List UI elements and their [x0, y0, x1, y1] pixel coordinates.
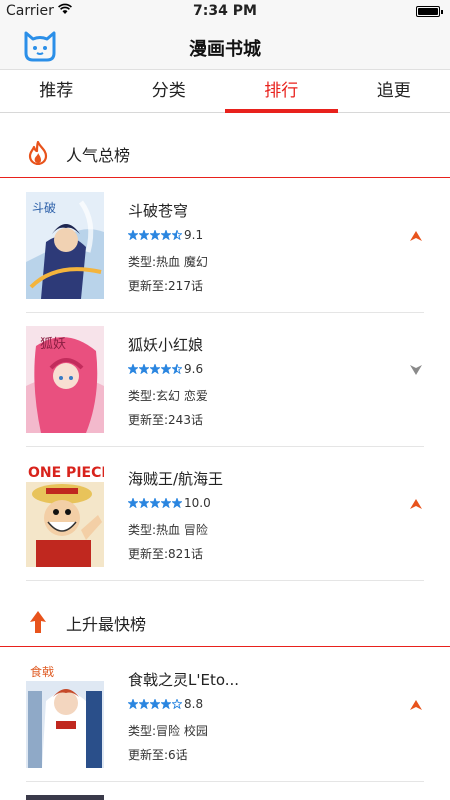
rating-score: 8.8	[184, 697, 204, 711]
rating: 9.1	[128, 227, 203, 243]
comic-update: 更新至:243话	[128, 413, 203, 427]
rating-score: 10.0	[184, 496, 211, 510]
svg-text:斗破: 斗破	[32, 200, 56, 215]
comic-list-item[interactable]: ONE PIECE 海贼王/航海王 10.0 类型:热血 冒险 更新至:821话	[0, 447, 450, 581]
star-icon	[150, 364, 160, 374]
star-icon	[128, 498, 138, 508]
comic-title: 斗破苍穹	[128, 202, 189, 220]
rating: 10.0	[128, 495, 211, 511]
tab-category[interactable]: 分类	[113, 71, 226, 112]
rating: 9.6	[128, 361, 203, 377]
comic-genre: 类型:玄幻 恋爱	[128, 389, 208, 403]
clock: 7:34 PM	[193, 3, 257, 19]
comic-title: 食戟之灵L'Eto...	[128, 671, 240, 689]
tab-following[interactable]: 追更	[338, 71, 450, 112]
status-bar: Carrier 7:34 PM	[0, 0, 450, 22]
comic-title: 海贼王/航海王	[128, 470, 224, 488]
flame-icon	[28, 141, 48, 165]
star-rating	[128, 230, 183, 240]
star-icon	[161, 364, 171, 374]
comic-genre: 类型:热血 冒险	[128, 523, 208, 537]
comic-cover[interactable]: 斗破	[26, 192, 104, 299]
comic-cover[interactable]	[26, 795, 104, 800]
star-icon	[139, 699, 149, 709]
star-icon	[139, 498, 149, 508]
star-icon	[161, 498, 171, 508]
comic-list-item[interactable]: 食戟 食戟之灵L'Eto... 8.8 类型:冒险 校园 更新至:6话	[0, 648, 450, 782]
comic-genre: 类型:冒险 校园	[128, 724, 208, 738]
star-icon	[150, 498, 160, 508]
comic-list-item[interactable]: 狐妖 狐妖小红娘 9.6 类型:玄幻 恋爱 更新至:243话	[0, 313, 450, 447]
star-icon	[150, 230, 160, 240]
comic-title: 狐妖小红娘	[128, 336, 204, 354]
star-icon	[161, 699, 171, 709]
comic-update: 更新至:217话	[128, 279, 203, 293]
star-icon	[128, 699, 138, 709]
page-title: 漫画书城	[189, 39, 261, 60]
section-title: 人气总榜	[66, 146, 131, 165]
tab-ranking[interactable]: 排行	[225, 71, 338, 113]
star-icon	[172, 364, 182, 374]
comic-cover[interactable]: 狐妖	[26, 326, 104, 433]
star-icon	[172, 498, 182, 508]
section-title: 上升最快榜	[66, 615, 147, 634]
divider	[26, 580, 424, 581]
star-icon	[172, 230, 182, 240]
star-rating	[128, 699, 183, 709]
star-icon	[139, 364, 149, 374]
rating-score: 9.1	[184, 228, 204, 242]
rating-score: 9.6	[184, 362, 204, 376]
star-icon	[172, 699, 182, 709]
star-icon	[128, 364, 138, 374]
battery-icon	[416, 6, 443, 17]
tab-bar: 推荐 分类 排行 追更	[0, 71, 450, 113]
svg-text:ONE PIECE: ONE PIECE	[28, 465, 104, 481]
section-header-rising: 上升最快榜	[0, 597, 450, 647]
trend-up-icon	[410, 231, 422, 241]
comic-cover[interactable]: 食戟	[26, 661, 104, 768]
trend-up-icon	[410, 700, 422, 710]
comic-list-item[interactable]: 斗破 斗破苍穹 9.1 类型:热血 魔幻 更新至:217话	[0, 179, 450, 313]
star-icon	[139, 230, 149, 240]
star-icon	[128, 230, 138, 240]
star-rating	[128, 498, 183, 508]
svg-text:狐妖: 狐妖	[40, 337, 66, 352]
divider	[26, 781, 424, 782]
comic-genre: 类型:热血 魔幻	[128, 255, 208, 269]
svg-text:食戟: 食戟	[30, 664, 54, 679]
star-rating	[128, 364, 183, 374]
section-header-popular: 人气总榜	[0, 128, 450, 178]
tab-recommend[interactable]: 推荐	[0, 71, 113, 112]
rating: 8.8	[128, 696, 203, 712]
star-icon	[150, 699, 160, 709]
comic-update: 更新至:821话	[128, 547, 203, 561]
nav-bar: 漫画书城	[0, 22, 450, 70]
trend-down-icon	[410, 365, 422, 375]
comic-update: 更新至:6话	[128, 748, 188, 762]
star-icon	[161, 230, 171, 240]
trend-up-icon	[410, 499, 422, 509]
up-arrow-icon	[30, 611, 46, 633]
comic-cover[interactable]: ONE PIECE	[26, 460, 104, 567]
